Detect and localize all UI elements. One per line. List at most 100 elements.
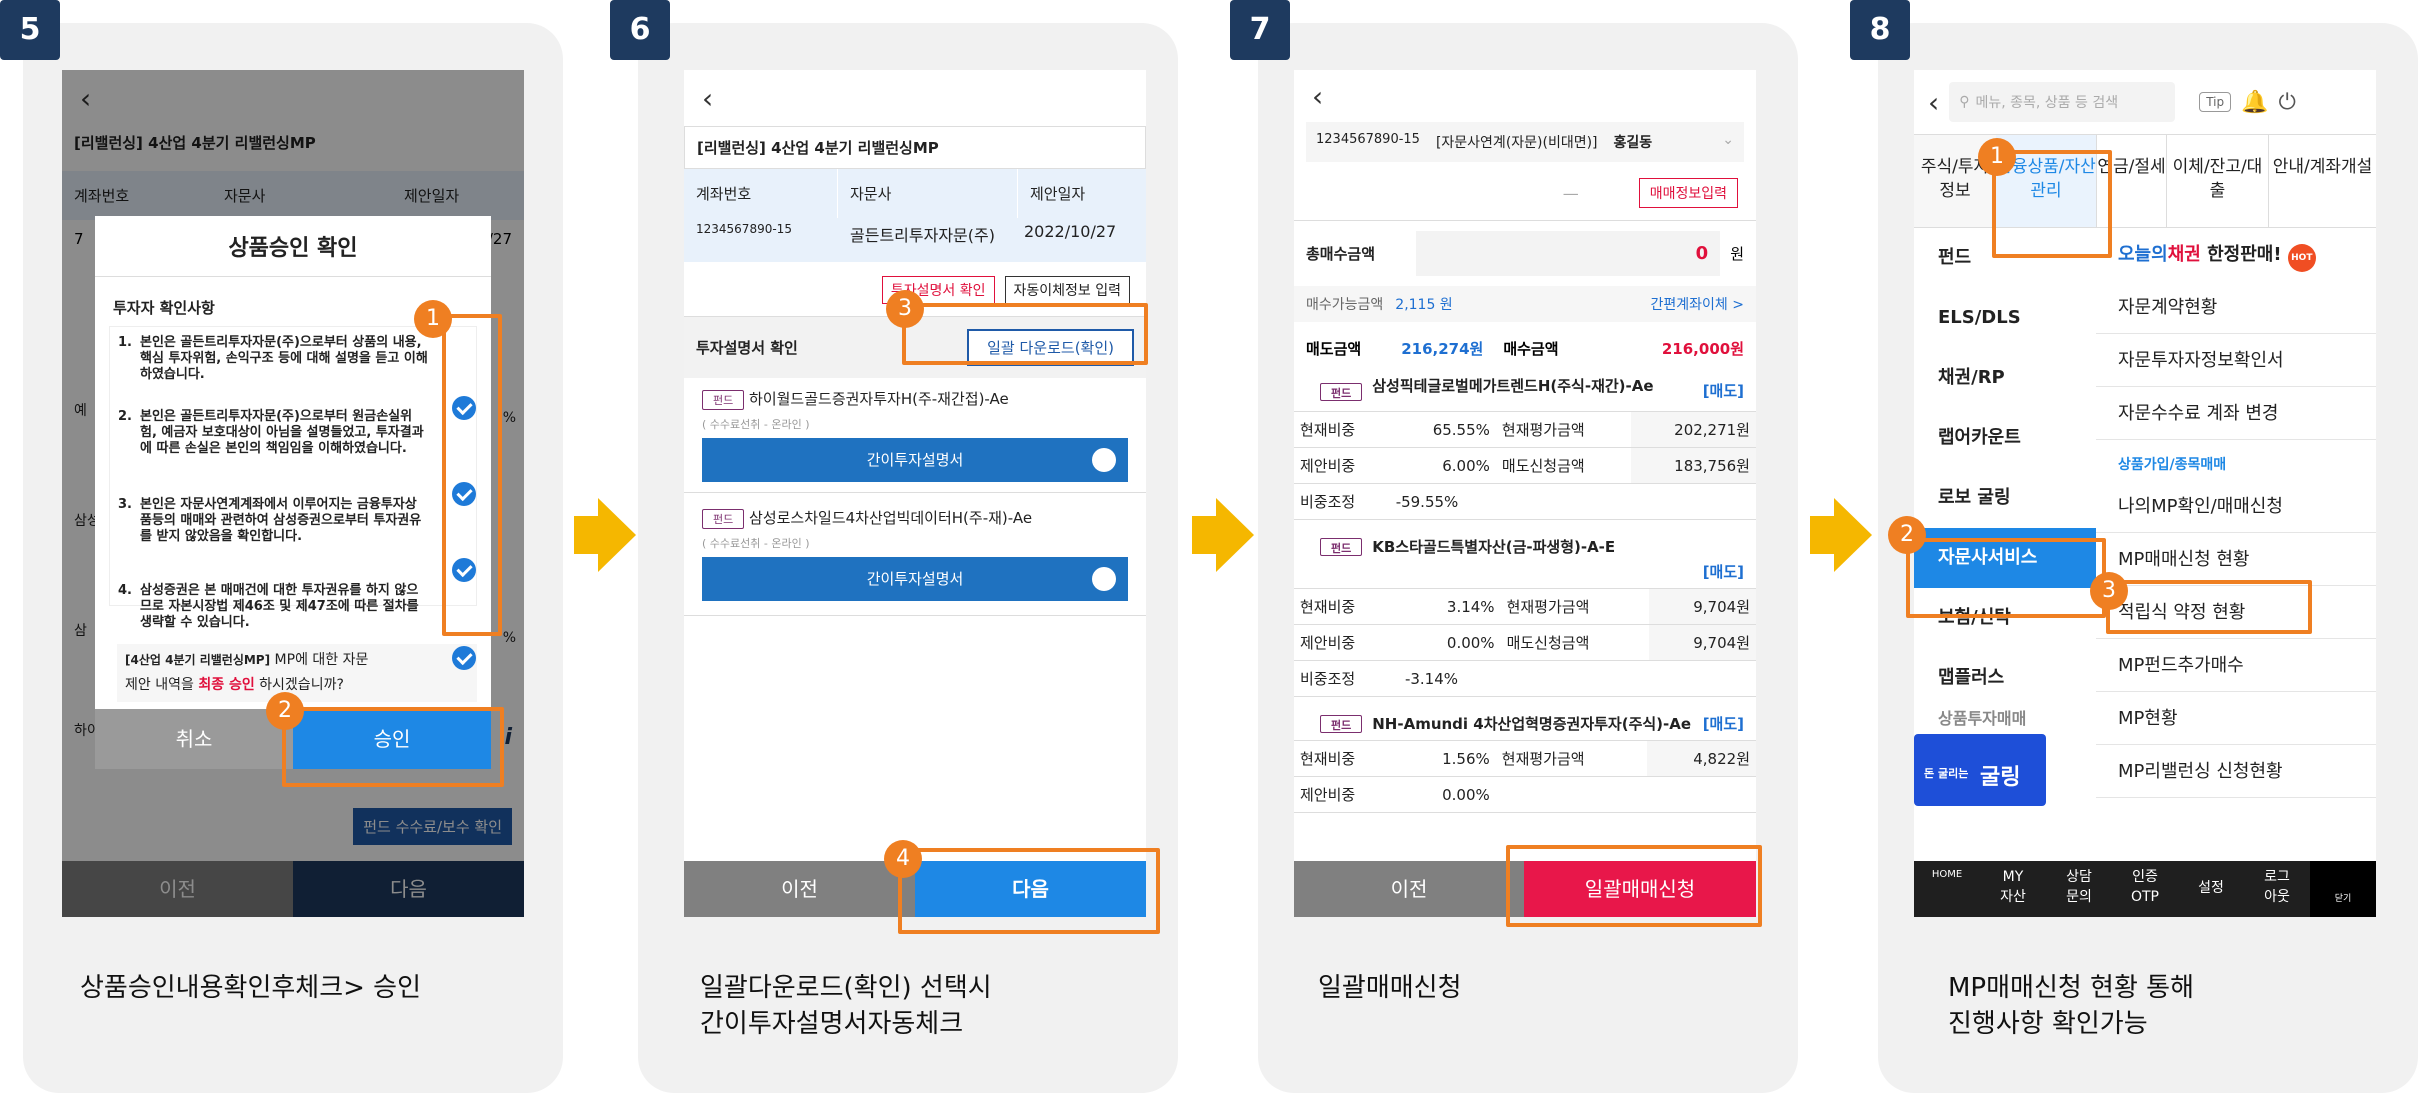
menu-link[interactable]: 나의MP확인/매매신청: [2096, 480, 2376, 533]
term-item: 2. 본인은 골든트리투자자문(주)으로부터 원금손실위험, 예금자 보호대상이 …: [118, 409, 424, 456]
nav-my-assets[interactable]: MY 자산: [1980, 861, 2046, 917]
terms-list: 1. 본인은 골든트리투자자문(주)으로부터 상품의 내용, 핵심 투자위험, 손…: [118, 335, 428, 653]
fund-tag: 펀드: [1320, 538, 1363, 556]
term-item: 1. 본인은 골든트리투자자문(주)으로부터 상품의 내용, 핵심 투자위험, 손…: [118, 335, 428, 382]
highlight-box: [1506, 845, 1762, 927]
quick-transfer-link[interactable]: 간편계좌이체 >: [1651, 294, 1744, 314]
menu-item-bond[interactable]: 채권/RP: [1914, 348, 2096, 408]
back-icon[interactable]: ‹: [702, 82, 713, 115]
account-number: 1234567890-15: [696, 222, 792, 236]
step-caption: 일괄매매신청: [1318, 973, 1462, 1003]
menu-item-mapplus[interactable]: 맵플러스: [1914, 648, 2096, 708]
prev-button[interactable]: 이전: [1294, 861, 1524, 917]
menu-item-wrap[interactable]: 랩어카운트: [1914, 408, 2096, 468]
list-item: 펀드 삼성픽테글로벌메가트렌드H(주식-재간)-Ae [매도]: [1294, 369, 1756, 407]
menu-link[interactable]: MP리밸런싱 신청현황: [2096, 745, 2376, 798]
list-item: 펀드 NH-Amundi 4차산업혁명증권자투자(주식)-Ae [매도]: [1294, 697, 1756, 740]
cancel-button[interactable]: 취소: [95, 709, 293, 769]
dialog-title: 상품승인 확인: [95, 216, 491, 277]
tab-transfer[interactable]: 이체/잔고/대출: [2166, 135, 2268, 227]
back-icon[interactable]: ‹: [1312, 80, 1323, 113]
menu-link[interactable]: MP펀드추가매수: [2096, 639, 2376, 692]
trade-info-input-button[interactable]: 매매정보입력: [1638, 178, 1738, 208]
info-table: 계좌번호 자문사 제안일자 1234567890-15 골든트리투자자문(주) …: [684, 169, 1146, 262]
order-input-row: — 매매정보입력: [1294, 162, 1756, 221]
term-item: 3. 본인은 자문사연계계좌에서 이루어지는 금융투자상품등의 매매와 관련하여 …: [118, 497, 422, 544]
user-name: 홍길동: [1613, 135, 1653, 151]
search-input[interactable]: ⚲ 메뉴, 종목, 상품 등 검색: [1949, 82, 2176, 122]
menu-link-mp-status[interactable]: MP매매신청 현황: [2096, 533, 2376, 586]
terms-box: 1. 본인은 골든트리투자자문(주)으로부터 상품의 내용, 핵심 투자위험, 손…: [109, 326, 477, 630]
tip-button[interactable]: Tip: [2199, 92, 2232, 112]
fund-name: 삼성픽테글로벌메가트렌드H(주식-재간)-Ae: [1372, 377, 1654, 395]
check-icon[interactable]: [452, 646, 476, 670]
check-icon: [1092, 567, 1116, 591]
goolring-banner[interactable]: 돈 굴리는 맞춤 투자 굴링: [1914, 730, 2096, 840]
sell-badge: [매도]: [1702, 715, 1744, 733]
top-bar: ‹ ⚲ 메뉴, 종목, 상품 등 검색 Tip 🔔 ⏻: [1914, 70, 2376, 134]
currency-unit: 원: [1730, 245, 1744, 263]
auto-transfer-button[interactable]: 자동이체정보 입력: [1004, 276, 1130, 304]
bell-icon[interactable]: 🔔: [2241, 90, 2268, 115]
sell-label: 매도금액: [1306, 340, 1362, 358]
menu-item-els[interactable]: ELS/DLS: [1914, 288, 2096, 348]
account-selector[interactable]: 1234567890-15 [자문사연계(자문)(비대면)] 홍길동 ⌄: [1306, 122, 1744, 162]
menu-item-robo[interactable]: 로보 굴링: [1914, 468, 2096, 528]
highlight-box: [2106, 580, 2312, 634]
phone-screen-prospectus: ‹ [리밸런싱] 4산업 4분기 리밸런싱MP 계좌번호 자문사 제안일자 12…: [684, 70, 1146, 917]
account-type: [자문사연계(자문)(비대면)]: [1435, 135, 1598, 151]
available-label: 매수가능금액: [1306, 297, 1384, 313]
fund-name: NH-Amundi 4차산업혁명증권자투자(주식)-Ae: [1372, 715, 1692, 733]
nav-consult[interactable]: 상담 문의: [2046, 861, 2112, 917]
menu-link[interactable]: 자문계약현황: [2096, 281, 2376, 334]
summary-prospectus-button[interactable]: 간이투자설명서: [702, 557, 1128, 601]
approval-dialog: 상품승인 확인 투자자 확인사항 1. 본인은 골든트리투자자문(주)으로부터 상…: [95, 216, 491, 769]
list-item: 펀드 KB스타골드특별자산(금-파생형)-A-E [매도]: [1294, 520, 1756, 588]
nav-home[interactable]: HOME: [1914, 861, 1980, 917]
menu-link[interactable]: 자문수수료 계좌 변경: [2096, 387, 2376, 440]
fund-tag: 펀드: [1320, 383, 1363, 401]
highlight-box: [1906, 538, 2106, 618]
prev-button[interactable]: 이전: [684, 861, 915, 917]
fund-name: 하이월드골드증권자투자H(주-재간접)-Ae: [749, 390, 1009, 408]
col-account: 계좌번호: [684, 169, 838, 218]
summary-prospectus-button[interactable]: 간이투자설명서: [702, 438, 1128, 482]
phone-screen-menu: ‹ ⚲ 메뉴, 종목, 상품 등 검색 Tip 🔔 ⏻ 주식/투자정보 금융상품/…: [1914, 70, 2376, 917]
section-header: 상품가입/종목매매: [2118, 457, 2227, 473]
chevron-down-icon: ⌄: [1722, 132, 1734, 148]
proposal-date: 2022/10/27: [1024, 222, 1117, 241]
step-number: 5: [0, 0, 60, 60]
nav-settings[interactable]: 설정: [2178, 861, 2244, 917]
divider: —: [1562, 183, 1579, 203]
nav-logout[interactable]: 로그 아웃: [2244, 861, 2310, 917]
fund-name: 삼성로스차일드4차산업빅데이터H(주-재)-Ae: [749, 509, 1033, 527]
promo-text[interactable]: 오늘의채권 한정판매! HOT: [2096, 228, 2376, 281]
menu-link[interactable]: 자문투자자정보확인서: [2096, 334, 2376, 387]
nav-otp[interactable]: 인증 OTP: [2112, 861, 2178, 917]
fund-table: 현재비중 3.14% 현재평가금액 9,704원 제안비중 0.00% 매도신청금액 9,7…: [1294, 588, 1756, 697]
tab-guide[interactable]: 안내/계좌개설: [2268, 135, 2376, 227]
back-icon[interactable]: ‹: [1928, 86, 1939, 119]
step-number: 6: [610, 0, 670, 60]
callout-number: 1: [1978, 138, 2016, 176]
available-value: 2,115 원: [1395, 297, 1453, 313]
banner-logo: 굴링: [1980, 765, 2021, 790]
callout-number: 4: [884, 840, 922, 878]
step-caption: MP매매신청 현황 통해 진행사항 확인가능: [1948, 973, 2195, 1039]
total-buy-label: 총매수금액: [1306, 245, 1376, 263]
menu-link[interactable]: MP현황: [2096, 692, 2376, 745]
nav-close[interactable]: 닫기: [2310, 861, 2376, 917]
highlight-box: [282, 707, 504, 787]
step-caption: 상품승인내용확인후체크> 승인: [80, 973, 422, 1003]
power-icon[interactable]: ⏻: [2279, 90, 2296, 115]
check-icon: [1092, 448, 1116, 472]
callout-number: 2: [266, 692, 304, 730]
banner-text: 돈 굴리는: [1924, 767, 1969, 780]
advisor-name: 골든트리투자자문(주): [850, 226, 995, 245]
step-number: 8: [1850, 0, 1910, 60]
sell-buy-row: 매도금액 216,274원 매수금액 216,000원: [1294, 322, 1756, 369]
menu-item-product-trade[interactable]: 상품투자매매: [1914, 708, 2096, 730]
fund-tag: 펀드: [702, 390, 745, 410]
fund-list: 펀드 삼성픽테글로벌메가트렌드H(주식-재간)-Ae [매도] 현재비중 65.55%…: [1294, 369, 1756, 813]
bottom-nav: HOME MY 자산 상담 문의 인증 OTP 설정 로그 아웃 닫기: [1914, 861, 2376, 917]
